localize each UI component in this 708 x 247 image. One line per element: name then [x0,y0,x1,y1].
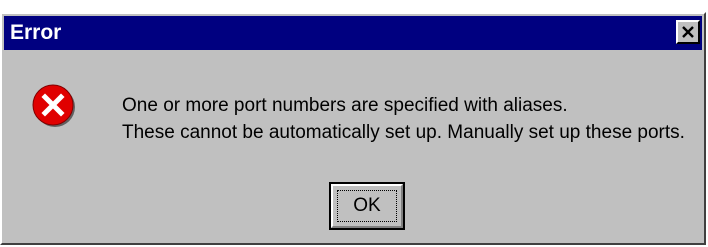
error-message: One or more port numbers are specified w… [122,92,685,146]
ok-button[interactable]: OK [329,182,405,230]
error-icon [32,84,75,127]
background-strip [0,0,708,12]
close-icon [682,26,694,38]
message-line-2: These cannot be automatically set up. Ma… [122,122,685,143]
message-line-1: One or more port numbers are specified w… [122,95,568,116]
error-dialog: Error One or more port numbers are speci… [0,12,706,245]
title-bar[interactable]: Error [4,16,702,50]
dialog-title: Error [10,21,62,44]
close-button[interactable] [676,20,700,44]
ok-button-label: OK [353,195,381,216]
